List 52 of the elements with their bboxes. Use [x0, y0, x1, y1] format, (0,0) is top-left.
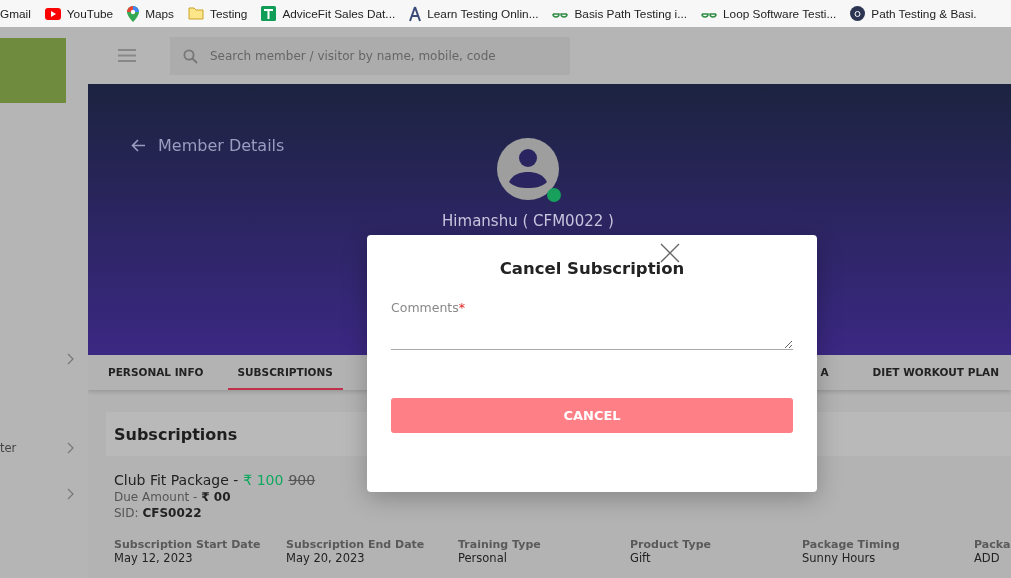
due-amount-label: Due Amount -: [114, 490, 198, 504]
bookmark[interactable]: Learn Testing Onlin...: [409, 5, 539, 22]
menu-icon[interactable]: [118, 49, 136, 62]
bookmark[interactable]: Gmail: [0, 6, 31, 21]
back-arrow-icon[interactable]: [131, 139, 146, 152]
detail-value: Gift: [630, 551, 652, 565]
map-pin-icon: [127, 5, 140, 22]
detail-value: ADD: [974, 551, 1001, 565]
section-title: Subscriptions: [114, 424, 238, 444]
original-price: 900: [288, 472, 316, 488]
detail-value: Sunny Hours: [802, 551, 877, 565]
play-icon: [44, 7, 61, 20]
sidebar-item[interactable]: ter: [0, 441, 17, 455]
page-title: Member Details: [158, 136, 285, 155]
tab[interactable]: SUBSCRIPTIONS: [227, 355, 343, 390]
price: ₹ 100: [243, 472, 284, 488]
due-amount-value: ₹ 00: [201, 490, 231, 504]
tab[interactable]: A: [810, 355, 839, 390]
field-label: Comments*: [391, 300, 466, 315]
member-name: Himanshu ( CFM0022 ): [442, 212, 614, 230]
bookmark[interactable]: Basis Path Testing i...: [552, 6, 688, 21]
circle-logo-icon: [850, 6, 866, 21]
detail-label: Subscription Start Date: [114, 538, 262, 551]
bookmark[interactable]: Loop Software Testi...: [701, 6, 837, 21]
bookmark[interactable]: Path Testing & Basi.: [850, 6, 977, 21]
spreadsheet-icon: [261, 6, 277, 21]
chevron-right-icon[interactable]: [67, 488, 74, 500]
package-name: Club Fit Package -: [114, 472, 239, 488]
detail-value: Personal: [458, 551, 508, 565]
bookmark[interactable]: YouTube: [44, 6, 114, 21]
chevron-right-icon[interactable]: [67, 442, 74, 454]
detail-label: Subscription End Date: [286, 538, 426, 551]
dialog-title: Cancel Subscription: [498, 259, 686, 278]
sid-value: CFS0022: [142, 506, 202, 520]
detail-label: Product Type: [630, 538, 713, 551]
bookmark[interactable]: Testing: [188, 6, 248, 21]
avatar-icon: [497, 138, 559, 200]
bookmark[interactable]: AdviceFit Sales Dat...: [261, 6, 396, 21]
chevron-right-icon[interactable]: [67, 353, 74, 365]
close-icon[interactable]: [660, 243, 680, 263]
detail-value: May 12, 2023: [114, 551, 194, 565]
bookmark[interactable]: Maps: [127, 5, 175, 22]
tab[interactable]: DIET WORKOUT PLAN: [862, 355, 1009, 390]
detail-label: Training Type: [458, 538, 542, 551]
folder-icon: [188, 7, 205, 20]
photo-placeholder: [0, 38, 66, 103]
detail-value: May 20, 2023: [286, 551, 366, 565]
sid-label: SID:: [114, 506, 139, 520]
detail-label: Package Timing: [802, 538, 901, 551]
search-field[interactable]: Search member / visitor by name, mobile, code: [170, 36, 570, 75]
detail-label: Packa: [974, 538, 1011, 551]
tab[interactable]: PERSONAL INFO: [98, 355, 214, 390]
